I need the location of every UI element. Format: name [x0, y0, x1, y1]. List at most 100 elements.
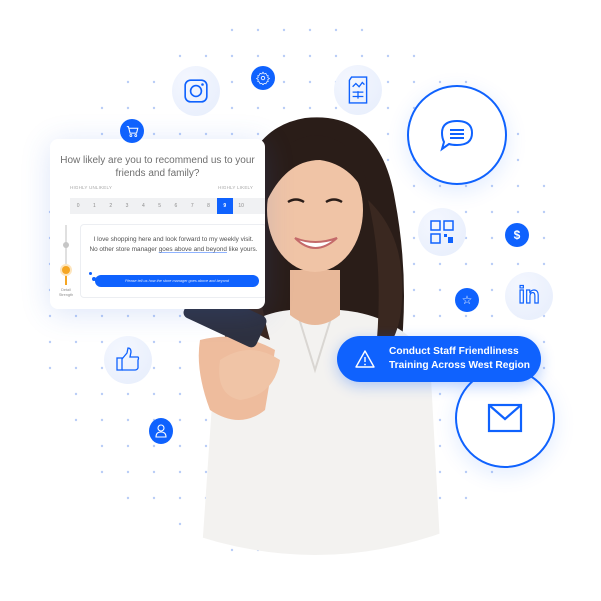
grid-dot: [126, 444, 130, 448]
grid-dot: [516, 132, 520, 136]
grid-dot: [516, 158, 520, 162]
rating-option-4[interactable]: 4: [135, 198, 151, 214]
grid-dot: [490, 184, 494, 188]
grid-dot: [74, 418, 78, 422]
grid-dot: [542, 236, 546, 240]
star-badge: ☆: [455, 288, 479, 312]
grid-dot: [542, 184, 546, 188]
shopping-cart-badge: [120, 119, 144, 143]
typing-dot: [89, 272, 92, 275]
grid-dot: [464, 184, 468, 188]
grid-dot: [152, 444, 156, 448]
grid-dot: [178, 54, 182, 58]
grid-dot: [152, 470, 156, 474]
grid-dot: [542, 262, 546, 266]
grid-dot: [256, 106, 260, 110]
review-text: I love shopping here and look forward to…: [89, 236, 258, 253]
report-document-icon: [348, 76, 368, 104]
grid-dot: [100, 444, 104, 448]
scale-high-label: HIGHLY LIKELY: [218, 185, 254, 190]
grid-dot: [126, 80, 130, 84]
grid-dot: [100, 340, 104, 344]
grid-dot: [490, 470, 494, 474]
grid-dot: [542, 366, 546, 370]
grid-dot: [490, 236, 494, 240]
grid-dot: [516, 262, 520, 266]
grid-dot: [100, 106, 104, 110]
grid-dot: [542, 340, 546, 344]
rating-option-5[interactable]: 5: [151, 198, 167, 214]
rating-option-0[interactable]: 0: [70, 198, 86, 214]
grid-dot: [360, 54, 364, 58]
grid-dot: [308, 54, 312, 58]
grid-dot: [464, 314, 468, 318]
grid-dot: [74, 392, 78, 396]
slider-top-marker: [63, 242, 69, 248]
gear-icon: [256, 71, 270, 85]
linkedin-badge: in: [505, 272, 553, 320]
grid-dot: [126, 106, 130, 110]
grid-dot: [412, 80, 416, 84]
rating-option-8[interactable]: 8: [200, 198, 216, 214]
grid-dot: [74, 314, 78, 318]
rating-option-1[interactable]: 1: [86, 198, 102, 214]
grid-dot: [152, 132, 156, 136]
grid-dot: [490, 314, 494, 318]
linkedin-icon: in: [518, 281, 541, 309]
recommendation-alert[interactable]: Conduct Staff Friendliness Training Acros…: [337, 336, 541, 382]
alert-text: Conduct Staff Friendliness Training Acros…: [389, 346, 530, 371]
rating-option-9[interactable]: 9: [216, 198, 233, 214]
thumbs-up-icon: [116, 347, 140, 371]
grid-dot: [126, 392, 130, 396]
rating-option-7[interactable]: 7: [184, 198, 200, 214]
rating-option-2[interactable]: 2: [103, 198, 119, 214]
grid-dot: [74, 340, 78, 344]
survey-question: How likely are you to recommend us to yo…: [60, 155, 255, 179]
scale-low-label: HIGHLY UNLIKELY: [70, 185, 113, 190]
qr-code-icon: [430, 220, 454, 244]
rating-option-6[interactable]: 6: [168, 198, 184, 214]
user-icon: [155, 424, 167, 438]
grid-dot: [100, 418, 104, 422]
shopping-cart-icon: [126, 125, 138, 137]
nps-survey-card: How likely are you to recommend us to yo…: [50, 139, 265, 309]
grid-dot: [100, 470, 104, 474]
grid-dot: [386, 54, 390, 58]
slider-label: Detail Strength: [58, 288, 74, 297]
warning-icon: [355, 350, 375, 368]
grid-dot: [256, 28, 260, 32]
grid-dot: [490, 262, 494, 266]
grid-dot: [386, 106, 390, 110]
grid-dot: [490, 288, 494, 292]
grid-dot: [204, 54, 208, 58]
grid-dot: [126, 470, 130, 474]
grid-dot: [152, 80, 156, 84]
prompt-suggestion-button[interactable]: Please tell us how the store manager goe…: [95, 275, 259, 287]
grid-dot: [100, 314, 104, 318]
mail-badge: [455, 368, 555, 468]
rating-option-10[interactable]: 10: [233, 198, 249, 214]
grid-dot: [516, 210, 520, 214]
grid-dot: [308, 28, 312, 32]
rating-option-3[interactable]: 3: [119, 198, 135, 214]
grid-dot: [256, 54, 260, 58]
grid-dot: [282, 28, 286, 32]
grid-dot: [308, 106, 312, 110]
grid-dot: [126, 314, 130, 318]
detail-strength-slider-handle[interactable]: [62, 266, 70, 274]
instagram-icon: [184, 79, 208, 103]
grid-dot: [152, 106, 156, 110]
nps-rating-scale[interactable]: 0 1 2 3 4 5 6 7 8 9 10: [70, 198, 265, 214]
grid-dot: [282, 106, 286, 110]
grid-dot: [334, 106, 338, 110]
grid-dot: [230, 80, 234, 84]
grid-dot: [48, 340, 52, 344]
grid-dot: [334, 54, 338, 58]
grid-dot: [152, 392, 156, 396]
review-text-box[interactable]: I love shopping here and look forward to…: [80, 224, 265, 298]
grid-dot: [308, 80, 312, 84]
report-badge: [334, 65, 382, 115]
review-highlight: goes above and beyond: [158, 246, 227, 253]
grid-dot: [74, 366, 78, 370]
grid-dot: [334, 28, 338, 32]
